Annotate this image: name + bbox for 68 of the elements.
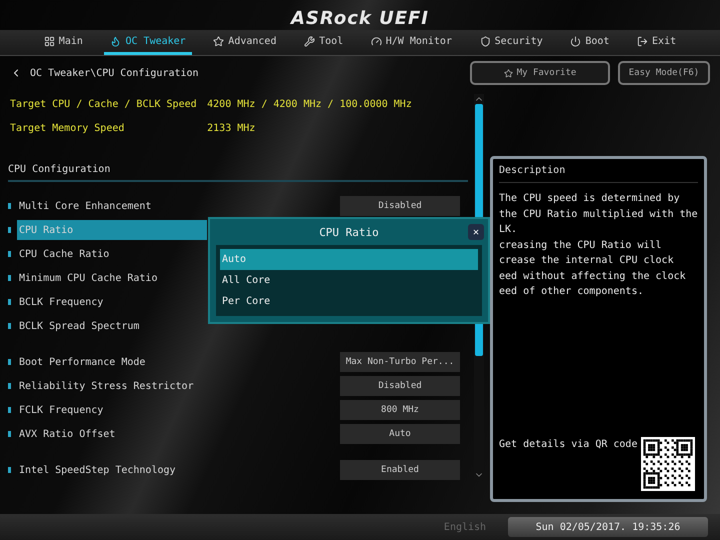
popup-option[interactable]: Per Core — [220, 291, 478, 312]
setting-value[interactable]: 800 MHz — [340, 400, 460, 420]
nav-tab[interactable]: Security — [474, 30, 549, 54]
nav-tab[interactable]: Advanced — [207, 30, 282, 54]
bullet-icon — [8, 299, 11, 305]
flame-icon — [110, 36, 122, 46]
nav-tab[interactable]: Main — [38, 30, 89, 54]
bullet-icon — [8, 383, 11, 389]
description-text: LK. — [499, 223, 518, 237]
bullet-icon — [8, 359, 11, 365]
star-icon — [213, 36, 224, 46]
breadcrumb: OC Tweaker\CPU Configuration — [30, 68, 200, 78]
setting-label[interactable]: AVX Ratio Offset — [17, 424, 118, 444]
setting-label[interactable]: BCLK Spread Spectrum — [17, 316, 142, 336]
nav-tab[interactable]: Tool — [298, 30, 350, 54]
setting-value[interactable]: Disabled — [340, 376, 460, 396]
bullet-icon — [8, 203, 11, 209]
bullet-icon — [8, 467, 11, 473]
gauge-icon — [370, 36, 382, 46]
setting-label[interactable]: BCLK Frequency — [17, 292, 106, 312]
description-text: crease the internal CPU clock — [499, 254, 675, 268]
setting-label[interactable]: Reliability Stress Restrictor — [17, 376, 196, 396]
setting-value[interactable]: Max Non-Turbo Per... — [340, 352, 460, 372]
setting-value[interactable]: Enabled — [340, 460, 460, 480]
setting-label[interactable]: Boot Performance Mode — [17, 352, 148, 372]
setting-label[interactable]: Minimum CPU Cache Ratio — [17, 268, 160, 288]
nav-tab[interactable]: Exit — [631, 30, 682, 54]
bullet-icon — [8, 275, 11, 281]
shield-icon — [480, 36, 491, 46]
setting-label[interactable]: FCLK Frequency — [17, 400, 106, 420]
info-label: Target Memory Speed — [9, 122, 126, 136]
setting-label[interactable]: CPU Cache Ratio — [17, 244, 112, 264]
bullet-icon — [8, 323, 11, 329]
nav-tab[interactable]: H/W Monitor — [364, 30, 458, 54]
nav-tab[interactable]: OC Tweaker — [104, 30, 192, 54]
qr-label: Get details via QR code — [499, 438, 638, 452]
setting-label[interactable]: Intel SpeedStep Technology — [17, 460, 178, 480]
popup-option[interactable]: All Core — [220, 270, 478, 291]
favorite-button[interactable]: My Favorite — [470, 61, 610, 85]
logo: ASRock UEFI — [290, 8, 430, 28]
exit-icon — [637, 36, 648, 46]
info-value: 4200 MHz / 4200 MHz / 100.0000 MHz — [207, 98, 413, 110]
description-text: eed of other components. — [499, 285, 644, 299]
description-text: the CPU Ratio multiplied with the — [499, 208, 698, 222]
bullet-icon — [8, 431, 11, 437]
power-icon — [570, 36, 582, 46]
wrench-icon — [304, 36, 316, 46]
description-text: The CPU speed is determined by — [499, 192, 681, 206]
setting-value[interactable]: Auto — [340, 424, 460, 444]
panel-title: Description — [499, 163, 698, 183]
close-button[interactable]: ✕ — [468, 224, 484, 240]
bullet-icon — [8, 251, 11, 257]
section-heading: CPU Configuration — [8, 158, 468, 182]
info-label: Target CPU / Cache / BCLK Speed — [9, 98, 198, 112]
info-value: 2133 MHz — [207, 122, 256, 134]
grid-icon — [44, 36, 55, 46]
qr-code-icon — [641, 437, 696, 491]
setting-label[interactable]: Multi Core Enhancement — [17, 196, 154, 216]
popup-title: CPU Ratio — [319, 226, 379, 238]
description-text: eed without affecting the clock — [499, 270, 687, 284]
setting-value[interactable]: Disabled — [340, 196, 460, 216]
bullet-icon — [8, 227, 11, 233]
nav-tab[interactable]: Boot — [564, 30, 616, 54]
date-time: Sun 02/05/2017. 19:35:26 — [508, 517, 708, 537]
star-icon — [504, 68, 513, 78]
bullet-icon — [8, 407, 11, 413]
description-text: creasing the CPU Ratio will — [499, 238, 663, 252]
easy-mode-button[interactable]: Easy Mode(F6) — [618, 61, 710, 85]
